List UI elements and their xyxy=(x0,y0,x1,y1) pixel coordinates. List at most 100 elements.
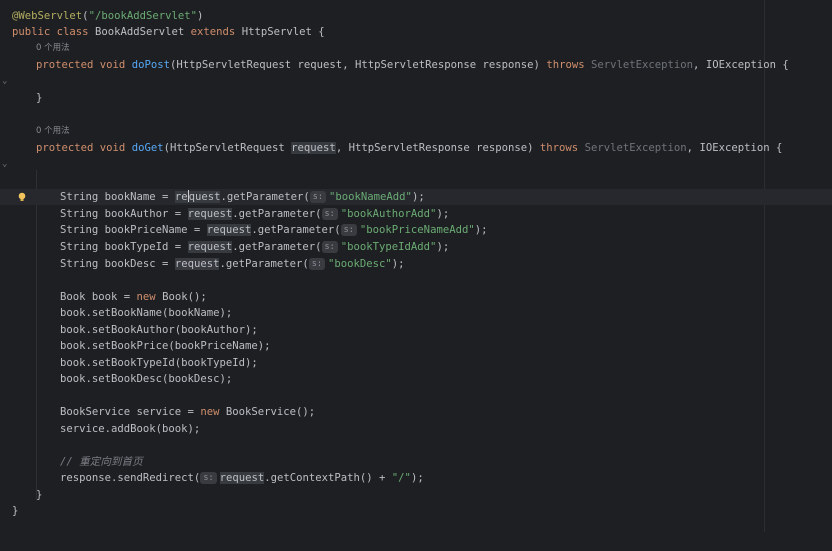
usage-hint-line: 0 个用法 xyxy=(0,124,832,138)
code-line-setter-1[interactable]: book.setBookAuthor(bookAuthor); xyxy=(0,322,832,338)
keyword: protected xyxy=(36,142,94,154)
annotation-token: @WebServlet xyxy=(12,10,83,22)
variable-declaration: String bookName = xyxy=(60,191,175,203)
statement-end: ); xyxy=(436,208,450,220)
variable-declaration: String bookPriceName = xyxy=(60,224,207,236)
usage-hint-line: 0 个用法 xyxy=(0,41,832,55)
string-literal: "bookAuthorAdd" xyxy=(340,208,437,220)
method-call: book.setBookAuthor(bookAuthor); xyxy=(60,324,258,336)
request-reference: request xyxy=(206,224,252,236)
parameter-list: (HttpServletRequest xyxy=(163,142,292,154)
brace: } xyxy=(36,489,43,501)
keyword: throws xyxy=(539,142,579,154)
request-reference: request xyxy=(174,258,220,270)
method-call: .getParameter( xyxy=(219,258,309,270)
code-line-close-dopost[interactable]: } xyxy=(0,90,832,106)
method-call: book.setBookDesc(bookDesc); xyxy=(60,373,233,385)
keyword: new xyxy=(200,406,220,418)
code-line-param-4[interactable]: String bookDesc = request.getParameter(s… xyxy=(0,256,832,272)
statement-end: ); xyxy=(474,224,488,236)
brace: } xyxy=(12,505,19,517)
code-line-annotation[interactable]: @WebServlet("/bookAddServlet") xyxy=(0,8,832,24)
variable-declaration: String bookTypeId = xyxy=(60,241,188,253)
method-call: book.setBookName(bookName); xyxy=(60,307,233,319)
code-line-class-declaration[interactable]: public class BookAddServlet extends Http… xyxy=(0,24,832,40)
parameter-request-highlight: request xyxy=(291,142,336,154)
constructor-call: BookService(); xyxy=(219,406,316,418)
code-line-comment[interactable]: // 重定向到首页 xyxy=(0,454,832,470)
code-line-new-service[interactable]: BookService service = new BookService(); xyxy=(0,404,832,420)
request-reference: request xyxy=(174,190,221,203)
comma: , xyxy=(693,59,700,71)
code-line-new-book[interactable]: Book book = new Book(); xyxy=(0,289,832,305)
class-name: BookAddServlet xyxy=(94,26,185,38)
method-call: service.addBook(book); xyxy=(60,423,201,435)
code-line-param-2[interactable]: String bookPriceName = request.getParame… xyxy=(0,222,832,238)
method-call: book.setBookPrice(bookPriceName); xyxy=(60,340,271,352)
code-line-param-1[interactable]: String bookAuthor = request.getParameter… xyxy=(0,206,832,222)
chevron-down-icon[interactable]: ⌄ xyxy=(2,73,10,89)
brace: } xyxy=(36,92,43,104)
code-line-doget[interactable]: ⌄ protected void doGet(HttpServletReques… xyxy=(0,140,832,169)
code-line-close-doget[interactable]: } xyxy=(0,487,832,503)
string-literal: "bookPriceNameAdd" xyxy=(359,224,475,236)
request-reference: request xyxy=(187,241,233,253)
parameter-hint: s: xyxy=(308,258,326,270)
exception-type: IOException xyxy=(705,59,776,71)
variable-declaration: String bookAuthor = xyxy=(60,208,188,220)
paren: ) xyxy=(197,10,204,22)
string-literal: "/bookAddServlet" xyxy=(88,10,197,22)
method-call: .getParameter( xyxy=(232,208,322,220)
parameter-hint: s: xyxy=(340,224,357,236)
code-line-redirect[interactable]: response.sendRedirect(s: request.getConte… xyxy=(0,470,832,486)
lightbulb-icon[interactable] xyxy=(17,192,27,202)
method-call: .getParameter( xyxy=(251,224,341,236)
keyword: new xyxy=(136,291,156,303)
code-editor[interactable]: @WebServlet("/bookAddServlet") public cl… xyxy=(0,0,832,532)
parameter-list: (HttpServletRequest request, HttpServlet… xyxy=(169,59,540,71)
method-call: .getParameter( xyxy=(232,241,322,253)
code-comment: // 重定向到首页 xyxy=(60,456,143,468)
keyword: throws xyxy=(546,59,585,71)
code-line-setter-3[interactable]: book.setBookTypeId(bookTypeId); xyxy=(0,355,832,371)
method-call: .getParameter( xyxy=(220,191,310,203)
keyword: public xyxy=(12,26,51,38)
comma: , xyxy=(686,142,694,154)
code-line-close-class[interactable]: } xyxy=(0,503,832,519)
keyword: extends xyxy=(190,26,236,38)
method-name: doGet xyxy=(131,142,164,154)
string-literal: "/" xyxy=(391,472,411,484)
parameter-hint: s: xyxy=(321,208,338,220)
code-line-setter-0[interactable]: book.setBookName(bookName); xyxy=(0,305,832,321)
variable-declaration: String bookDesc = xyxy=(60,258,175,270)
variable-declaration: Book book = xyxy=(60,291,137,303)
exception-type: ServletException xyxy=(590,59,694,71)
code-line-param-3[interactable]: String bookTypeId = request.getParameter… xyxy=(0,239,832,255)
code-line-param-0[interactable]: String bookName = request.getParameter(s… xyxy=(0,189,832,205)
code-line-setter-4[interactable]: book.setBookDesc(bookDesc); xyxy=(0,371,832,387)
string-literal: "bookDesc" xyxy=(328,258,392,270)
superclass-name: HttpServlet xyxy=(241,26,312,38)
chevron-down-icon[interactable]: ⌄ xyxy=(2,156,10,172)
statement-end: ); xyxy=(391,258,405,270)
request-reference: request xyxy=(187,208,233,220)
request-reference: request xyxy=(219,472,265,484)
parameter-hint: s: xyxy=(309,191,327,203)
method-call: book.setBookTypeId(bookTypeId); xyxy=(60,357,258,369)
method-name: doPost xyxy=(131,59,170,71)
code-line-dopost[interactable]: ⌄ protected void doPost(HttpServletReque… xyxy=(0,57,832,86)
string-literal: "bookNameAdd" xyxy=(329,191,412,203)
parameter-list: , HttpServletResponse response) xyxy=(335,142,534,154)
code-line-setter-2[interactable]: book.setBookPrice(bookPriceName); xyxy=(0,338,832,354)
keyword: class xyxy=(56,26,89,38)
exception-type: ServletException xyxy=(584,142,687,154)
usage-hint[interactable]: 0 个用法 xyxy=(36,41,70,55)
method-call: .getContextPath() + xyxy=(264,472,392,484)
exception-type: IOException xyxy=(699,142,770,154)
usage-hint[interactable]: 0 个用法 xyxy=(36,124,70,138)
string-literal: "bookTypeIdAdd" xyxy=(340,241,437,253)
code-line-add-book[interactable]: service.addBook(book); xyxy=(0,421,832,437)
variable-declaration: BookService service = xyxy=(60,406,201,418)
parameter-hint: s: xyxy=(200,472,217,484)
statement-end: ); xyxy=(411,191,425,203)
